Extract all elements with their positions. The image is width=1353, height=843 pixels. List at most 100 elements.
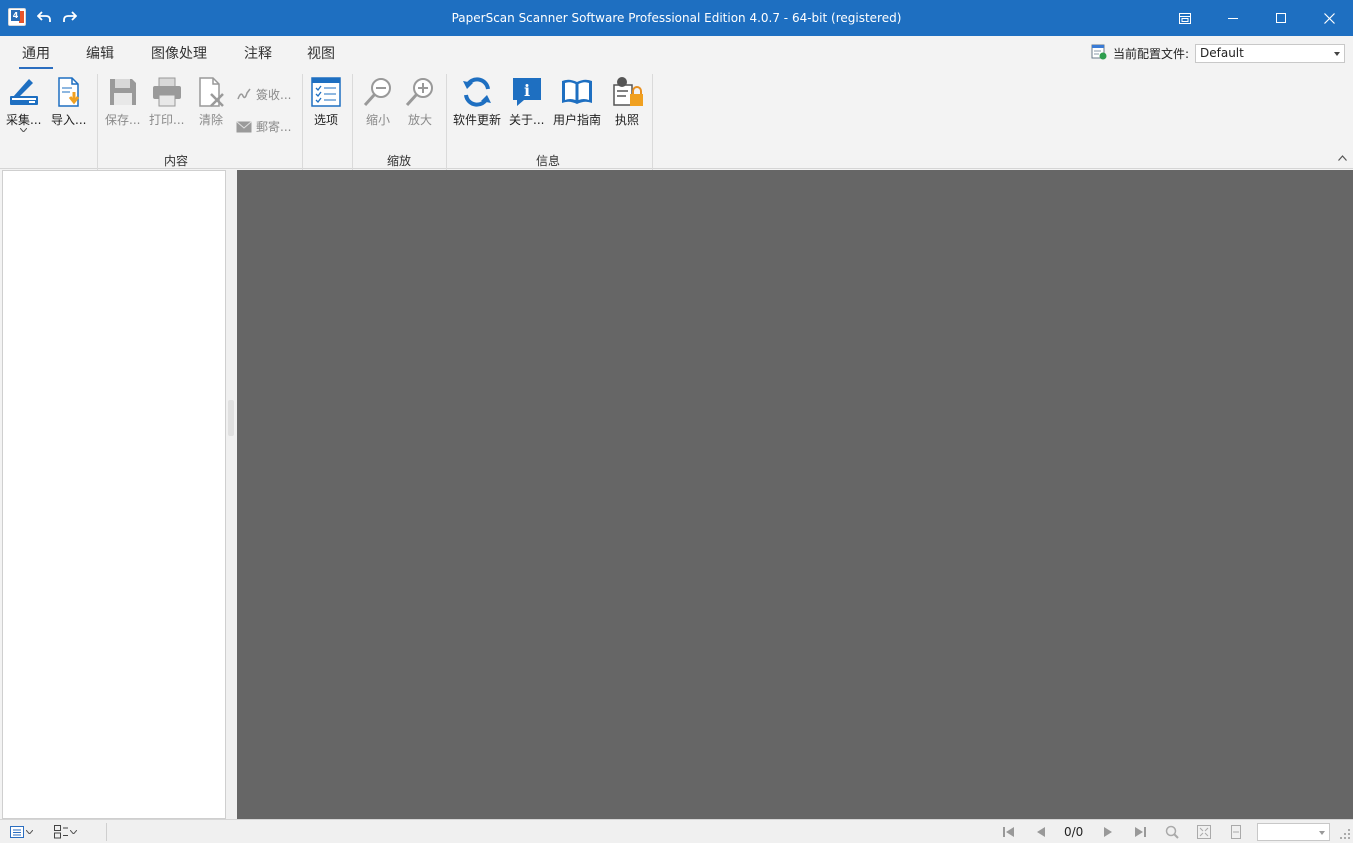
tab-annotations[interactable]: 注释 — [241, 44, 275, 68]
chevron-down-icon — [20, 128, 28, 132]
chevron-down-icon — [1334, 52, 1340, 56]
import-icon — [52, 74, 86, 110]
user-guide-label: 用户指南 — [553, 113, 602, 127]
tab-view[interactable]: 视图 — [304, 44, 338, 68]
fit-width-button[interactable] — [1229, 823, 1243, 841]
sign-button[interactable]: 簽收... — [236, 86, 291, 103]
window-title: PaperScan Scanner Software Professional … — [451, 11, 902, 25]
printer-icon — [150, 74, 184, 110]
print-label: 打印... — [149, 113, 185, 127]
update-button[interactable]: 软件更新 — [453, 74, 501, 128]
clear-button[interactable]: 清除 — [194, 74, 228, 128]
list-view-icon — [10, 826, 24, 838]
fit-page-button[interactable] — [1197, 823, 1211, 841]
previous-page-button[interactable] — [1035, 823, 1047, 841]
license-button[interactable]: 执照 — [610, 74, 644, 128]
svg-text:i: i — [524, 81, 530, 100]
tab-general[interactable]: 通用 — [17, 44, 55, 69]
acquire-button[interactable]: 采集... — [6, 74, 41, 132]
maximize-button[interactable] — [1257, 0, 1305, 36]
group-label-zoom: 缩放 — [387, 154, 412, 168]
magnifier-icon — [1165, 825, 1179, 839]
minimize-button[interactable] — [1209, 0, 1257, 36]
save-button[interactable]: 保存... — [105, 74, 140, 128]
chevron-down-icon — [26, 830, 33, 834]
acquire-label: 采集... — [6, 113, 42, 127]
splitter-grip[interactable] — [228, 400, 234, 436]
zoom-level-dropdown[interactable] — [1257, 823, 1330, 841]
profile-selector: 当前配置文件: Default — [1091, 44, 1345, 63]
first-page-icon — [1003, 827, 1014, 837]
chevron-up-icon — [1338, 155, 1347, 161]
save-icon — [106, 74, 140, 110]
options-label: 选项 — [313, 113, 338, 127]
chevron-down-icon — [1319, 831, 1325, 835]
sign-label: 簽收... — [256, 88, 292, 102]
next-page-button[interactable] — [1102, 823, 1114, 841]
print-button[interactable]: 打印... — [149, 74, 184, 128]
last-page-button[interactable] — [1133, 823, 1147, 841]
last-page-icon — [1135, 827, 1146, 837]
refresh-icon — [460, 74, 494, 110]
import-button[interactable]: 导入... — [51, 74, 86, 128]
clear-document-icon — [194, 74, 228, 110]
tab-edit[interactable]: 编辑 — [83, 44, 117, 68]
license-label: 执照 — [614, 113, 639, 127]
thumbnail-layout-button[interactable] — [54, 823, 77, 841]
options-button[interactable]: 选项 — [309, 74, 343, 128]
book-icon — [560, 74, 594, 110]
about-button[interactable]: i 关于... — [509, 74, 544, 128]
clear-label: 清除 — [198, 113, 223, 127]
scanner-icon — [7, 74, 41, 110]
fit-page-icon — [1197, 825, 1211, 839]
ribbon: 通用 编辑 图像处理 注释 视图 当前配置文件: Default 采集... 导… — [0, 36, 1353, 170]
zoom-actual-size-button[interactable] — [1165, 823, 1179, 841]
ribbon-separator — [446, 74, 447, 170]
zoom-out-label: 缩小 — [365, 113, 390, 127]
profile-icon — [1091, 44, 1107, 63]
profile-value: Default — [1200, 46, 1244, 60]
about-label: 关于... — [509, 113, 545, 127]
ribbon-separator — [302, 74, 303, 170]
status-separator — [106, 823, 107, 841]
import-label: 导入... — [51, 113, 87, 127]
next-page-icon — [1104, 827, 1112, 837]
mail-label: 郵寄... — [256, 120, 292, 134]
thumbnail-view-mode-button[interactable] — [10, 823, 33, 841]
zoom-in-label: 放大 — [407, 113, 432, 127]
license-lock-icon — [610, 74, 644, 110]
tab-image-processing[interactable]: 图像处理 — [147, 44, 211, 68]
signature-icon — [237, 88, 251, 99]
zoom-out-icon — [361, 74, 395, 110]
checklist-icon — [309, 74, 343, 110]
collapse-ribbon-button[interactable] — [1338, 150, 1347, 164]
layout-icon — [54, 825, 68, 839]
ribbon-display-options-button[interactable] — [1161, 0, 1209, 36]
ribbon-separator — [352, 74, 353, 170]
previous-page-icon — [1037, 827, 1045, 837]
ribbon-separator — [652, 74, 653, 170]
info-icon: i — [510, 74, 544, 110]
group-label-content: 内容 — [164, 154, 189, 168]
mail-button[interactable]: 郵寄... — [236, 118, 291, 135]
title-bar: 4 PaperScan Scanner Software Professiona… — [0, 0, 1353, 36]
page-indicator: 0/0 — [1064, 825, 1084, 839]
save-label: 保存... — [105, 113, 141, 127]
document-viewer[interactable] — [237, 170, 1353, 819]
zoom-in-button[interactable]: 放大 — [403, 74, 437, 128]
pane-splitter[interactable] — [226, 170, 237, 819]
close-button[interactable] — [1305, 0, 1353, 36]
resize-grip-icon[interactable] — [1340, 828, 1350, 842]
profile-label: 当前配置文件: — [1112, 47, 1189, 61]
chevron-down-icon — [70, 830, 77, 834]
profile-dropdown[interactable]: Default — [1195, 44, 1345, 63]
first-page-button[interactable] — [1002, 823, 1016, 841]
update-label: 软件更新 — [453, 113, 502, 127]
ribbon-separator — [97, 74, 98, 170]
mail-icon — [236, 120, 252, 132]
zoom-out-button[interactable]: 缩小 — [361, 74, 395, 128]
status-bar: 0/0 — [0, 819, 1353, 843]
thumbnail-pane[interactable] — [2, 170, 226, 819]
zoom-in-icon — [403, 74, 437, 110]
user-guide-button[interactable]: 用户指南 — [553, 74, 601, 128]
